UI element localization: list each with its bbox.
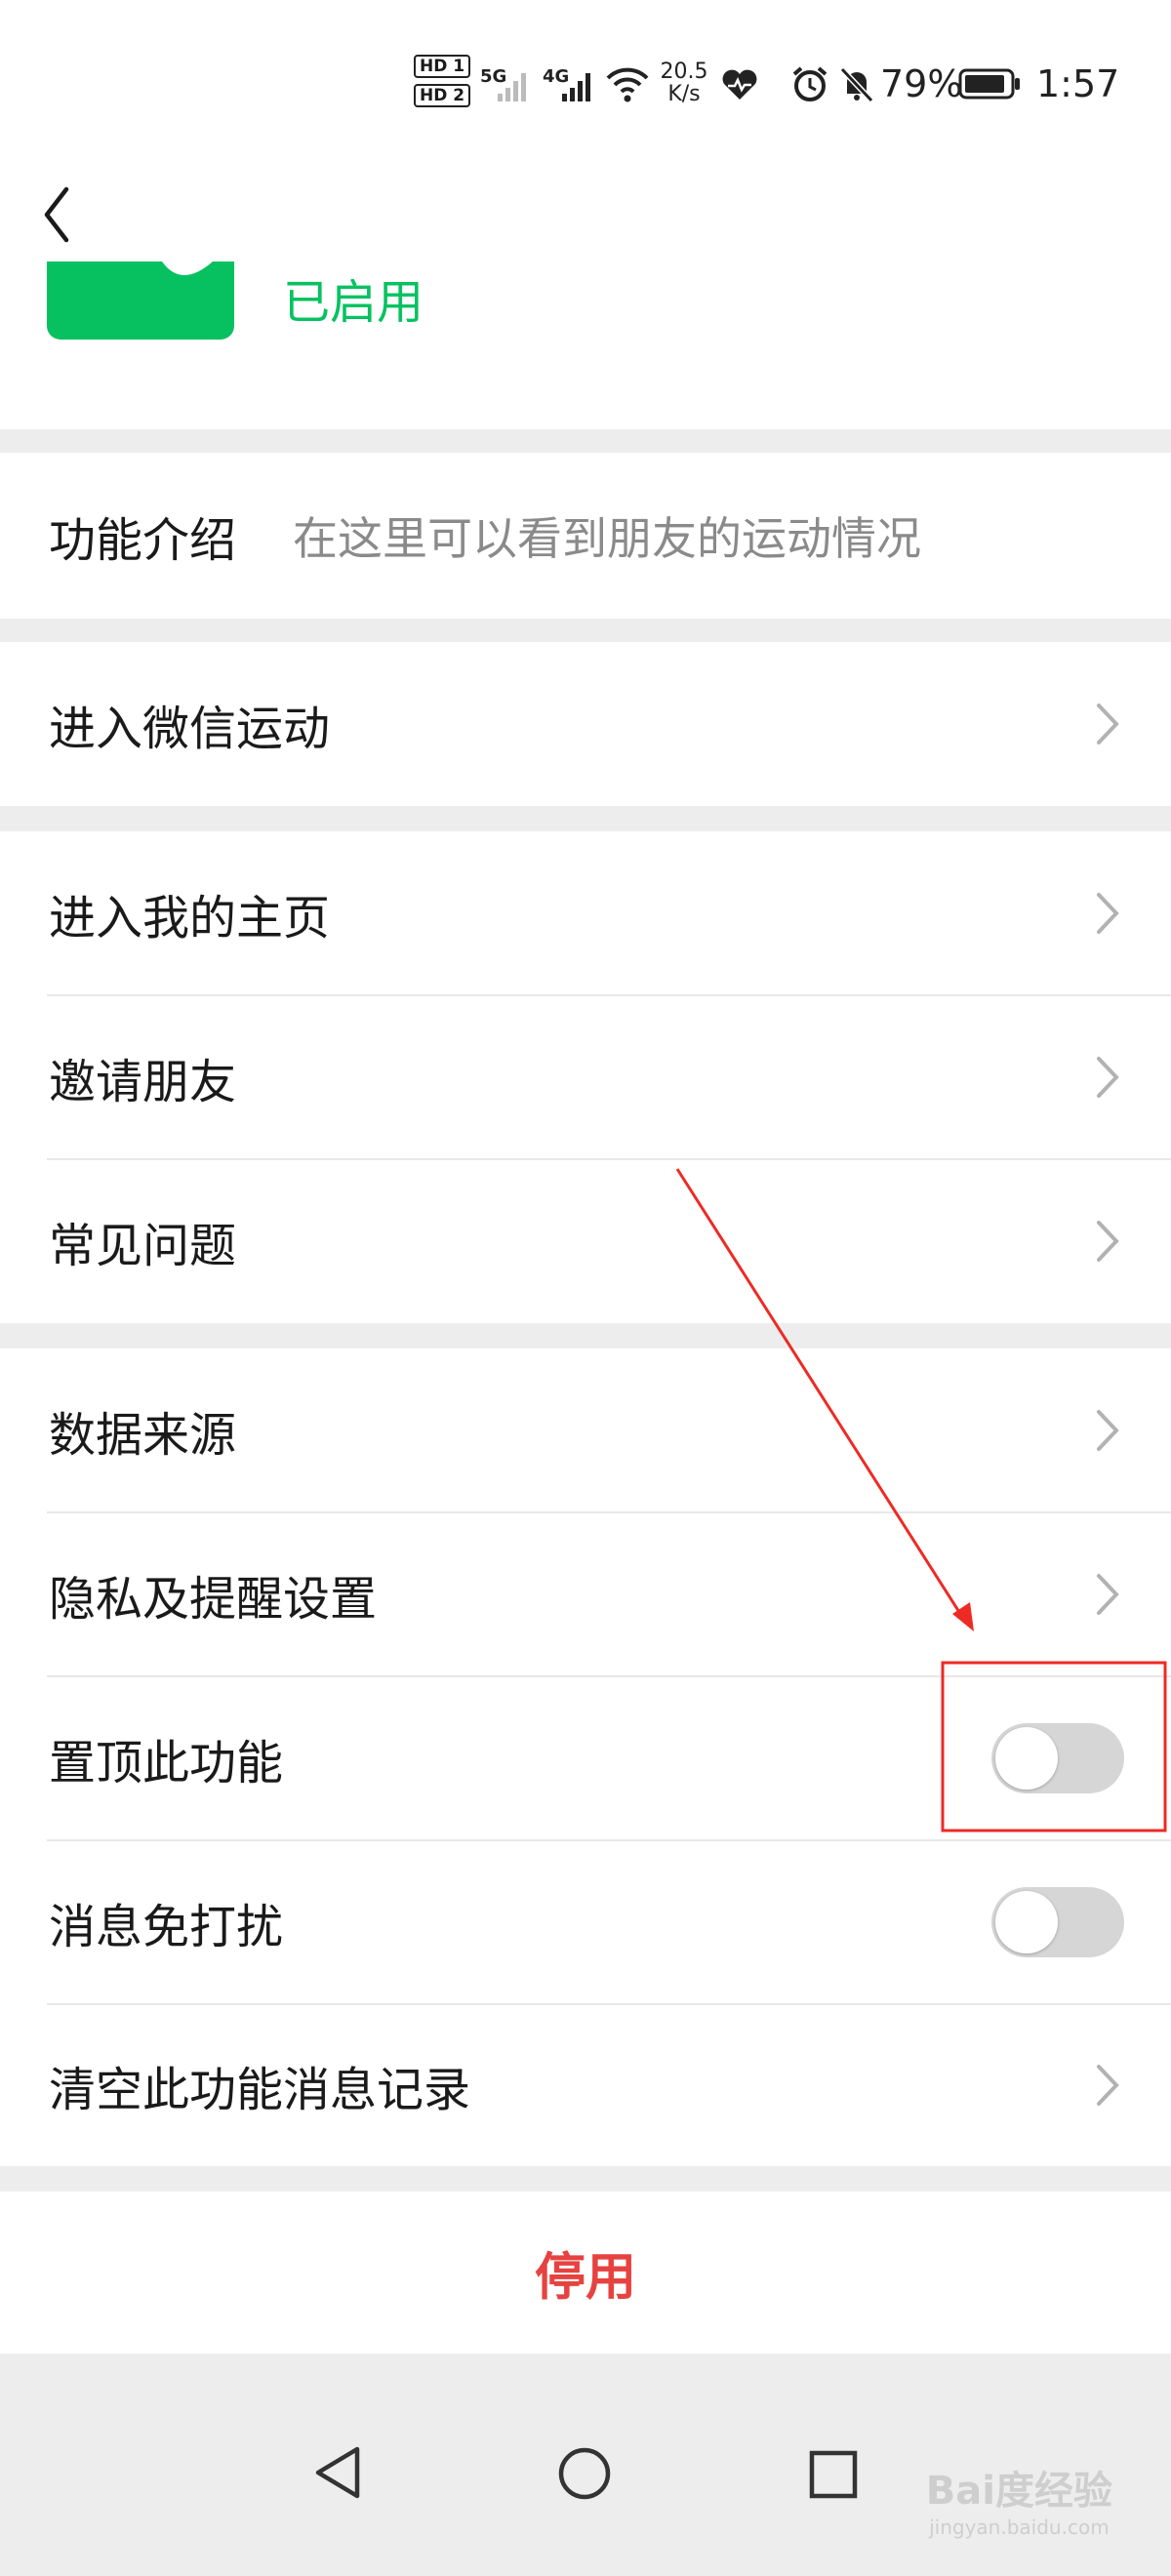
- mute-row: 消息免打扰: [0, 1840, 1171, 2004]
- app-icon: [47, 262, 234, 340]
- nav-recents-icon[interactable]: [808, 2449, 859, 2500]
- disable-button[interactable]: 停用: [0, 2192, 1171, 2354]
- signal-2-icon: [562, 73, 590, 101]
- toggle-knob: [995, 1727, 1058, 1790]
- pin-top-label: 置顶此功能: [49, 1736, 284, 1791]
- alarm-icon: [792, 66, 828, 101]
- speed-value: 20.5: [660, 60, 708, 84]
- chevron-right-icon: [1097, 1574, 1119, 1615]
- enter-sport-row[interactable]: 进入微信运动: [0, 642, 1171, 806]
- intro-value: 在这里可以看到朋友的运动情况: [293, 512, 921, 565]
- mute-bell-icon: [839, 66, 874, 103]
- chevron-right-icon: [1097, 1057, 1119, 1098]
- faq-row[interactable]: 常见问题: [0, 1159, 1171, 1323]
- battery-percent: 79%: [880, 62, 963, 105]
- hd2-badge: HD 2: [414, 84, 471, 107]
- nav-home-icon[interactable]: [556, 2445, 613, 2502]
- clear-history-label: 清空此功能消息记录: [49, 2063, 471, 2117]
- watermark-brand: Bai度经验: [925, 2469, 1112, 2514]
- heart-rate-icon: [722, 69, 757, 100]
- intro-label: 功能介绍: [49, 513, 237, 568]
- chevron-right-icon: [1097, 1410, 1119, 1451]
- mute-label: 消息免打扰: [49, 1900, 284, 1954]
- chevron-right-icon: [1097, 1221, 1119, 1262]
- sim-hd-indicators: HD 1 HD 2: [414, 55, 471, 107]
- links-section: 进入我的主页 邀请朋友 常见问题: [0, 831, 1171, 1323]
- disable-label: 停用: [534, 2248, 636, 2308]
- intro-section: 功能介绍 在这里可以看到朋友的运动情况: [0, 453, 1171, 619]
- enter-sport-label: 进入微信运动: [49, 702, 331, 756]
- settings-section: 数据来源 隐私及提醒设置 置顶此功能 消息免打扰 清空此功能消息记录: [0, 1348, 1171, 2166]
- faq-label: 常见问题: [49, 1219, 237, 1273]
- intro-row: 功能介绍 在这里可以看到朋友的运动情况: [0, 453, 1171, 619]
- status-bar: HD 1 HD 2 5G 4G 20.5 K/s 79% 1:57: [0, 0, 1171, 166]
- clock-time: 1:57: [1036, 62, 1120, 105]
- my-home-row[interactable]: 进入我的主页: [0, 831, 1171, 995]
- enter-sport-section: 进入微信运动: [0, 642, 1171, 806]
- watermark-url: jingyan.baidu.com: [929, 2516, 1110, 2539]
- mute-toggle[interactable]: [991, 1887, 1124, 1957]
- battery-icon: [958, 68, 1020, 100]
- chevron-right-icon: [1097, 704, 1119, 745]
- speed-unit: K/s: [667, 82, 701, 107]
- invite-row[interactable]: 邀请朋友: [0, 995, 1171, 1159]
- wifi-icon: [606, 67, 649, 102]
- chevron-left-icon[interactable]: [37, 183, 76, 246]
- toggle-knob: [995, 1891, 1058, 1953]
- baidu-watermark: Bai度经验 jingyan.baidu.com: [926, 2459, 1112, 2539]
- signal-1-icon: [498, 73, 526, 101]
- nav-back-icon[interactable]: [310, 2443, 365, 2502]
- data-source-label: 数据来源: [49, 1408, 237, 1463]
- chevron-right-icon: [1097, 893, 1119, 934]
- chevron-right-icon: [1097, 2065, 1119, 2106]
- app-icon-cutout: [162, 262, 213, 275]
- privacy-label: 隐私及提醒设置: [49, 1572, 378, 1627]
- feature-status: 已启用: [283, 275, 424, 330]
- hd1-badge: HD 1: [414, 55, 471, 78]
- privacy-row[interactable]: 隐私及提醒设置: [0, 1512, 1171, 1676]
- clear-history-row[interactable]: 清空此功能消息记录: [0, 2004, 1171, 2166]
- network-speed: 20.5 K/s: [658, 60, 710, 105]
- pin-top-row: 置顶此功能: [0, 1676, 1171, 1840]
- my-home-label: 进入我的主页: [49, 891, 331, 946]
- pin-top-toggle[interactable]: [991, 1723, 1124, 1793]
- data-source-row[interactable]: 数据来源: [0, 1348, 1171, 1512]
- invite-label: 邀请朋友: [49, 1055, 237, 1109]
